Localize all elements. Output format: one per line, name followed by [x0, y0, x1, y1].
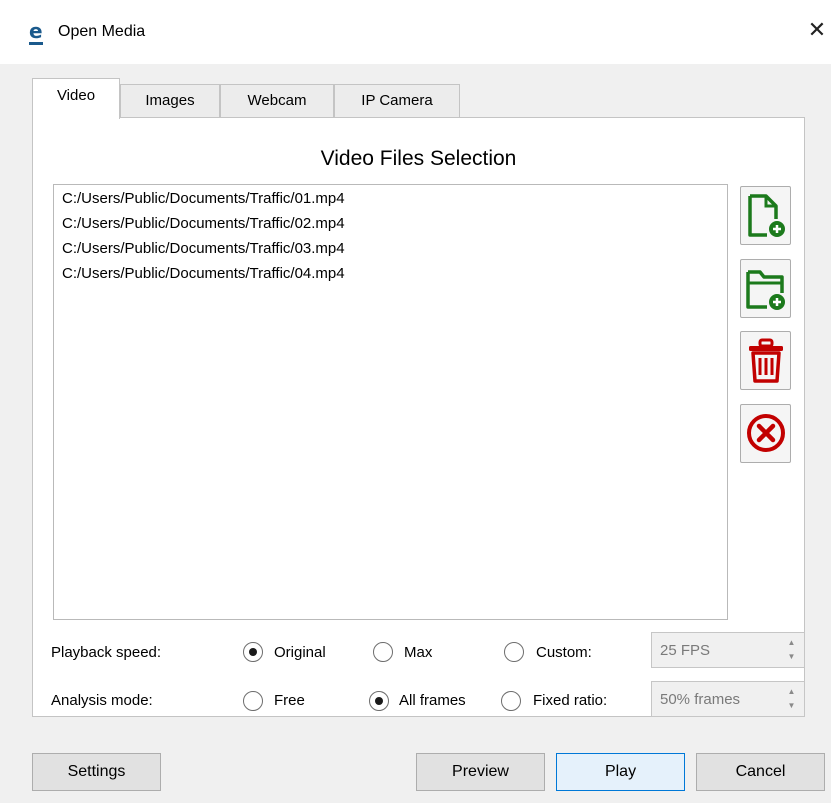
- fps-spinbox[interactable]: 25 FPS ▲ ▼: [651, 632, 805, 668]
- play-button[interactable]: Play: [556, 753, 685, 791]
- video-tab-panel: Video Files Selection C:/Users/Public/Do…: [32, 117, 805, 717]
- analysis-free-label[interactable]: Free: [274, 691, 305, 711]
- playback-max-label[interactable]: Max: [404, 643, 432, 663]
- analysis-fixed-ratio-radio[interactable]: [501, 691, 521, 711]
- remove-all-icon: [747, 414, 785, 452]
- playback-custom-radio[interactable]: [504, 642, 524, 662]
- ratio-stepper[interactable]: ▲ ▼: [782, 685, 801, 713]
- preview-button[interactable]: Preview: [416, 753, 545, 791]
- tab-images[interactable]: Images: [120, 84, 220, 118]
- tab-webcam[interactable]: Webcam: [220, 84, 334, 118]
- playback-max-radio[interactable]: [373, 642, 393, 662]
- delete-button[interactable]: [740, 331, 791, 390]
- tab-video[interactable]: Video: [32, 78, 120, 119]
- ratio-spinbox[interactable]: 50% frames ▲ ▼: [651, 681, 805, 717]
- chevron-up-icon[interactable]: ▲: [782, 636, 801, 650]
- playback-original-label[interactable]: Original: [274, 643, 326, 663]
- add-file-button[interactable]: [740, 186, 791, 245]
- analysis-mode-label: Analysis mode:: [51, 692, 153, 709]
- analysis-all-frames-radio[interactable]: [369, 691, 389, 711]
- list-item[interactable]: C:/Users/Public/Documents/Traffic/03.mp4: [62, 239, 345, 259]
- list-item[interactable]: C:/Users/Public/Documents/Traffic/02.mp4: [62, 214, 345, 234]
- panel-title: Video Files Selection: [320, 147, 517, 170]
- add-file-icon: [748, 194, 785, 237]
- add-folder-icon: [746, 270, 785, 310]
- fps-value: 25 FPS: [660, 642, 711, 659]
- chevron-down-icon[interactable]: ▼: [782, 699, 801, 713]
- clear-all-button[interactable]: [740, 404, 791, 463]
- analysis-all-frames-label[interactable]: All frames: [399, 691, 466, 711]
- title-bar: e Open Media ✕: [0, 0, 831, 64]
- ratio-value: 50% frames: [660, 691, 741, 708]
- list-item[interactable]: C:/Users/Public/Documents/Traffic/01.mp4: [62, 189, 345, 209]
- tab-ip-camera[interactable]: IP Camera: [334, 84, 460, 118]
- analysis-fixed-ratio-label[interactable]: Fixed ratio:: [533, 691, 607, 711]
- analysis-free-radio[interactable]: [243, 691, 263, 711]
- trash-icon: [749, 338, 783, 383]
- playback-original-radio[interactable]: [243, 642, 263, 662]
- chevron-up-icon[interactable]: ▲: [782, 685, 801, 699]
- list-item[interactable]: C:/Users/Public/Documents/Traffic/04.mp4: [62, 264, 345, 284]
- settings-button[interactable]: Settings: [32, 753, 161, 791]
- add-folder-button[interactable]: [740, 259, 791, 318]
- fps-stepper[interactable]: ▲ ▼: [782, 636, 801, 664]
- app-logo-icon: e: [29, 21, 45, 45]
- close-icon[interactable]: ✕: [803, 10, 831, 50]
- video-file-list[interactable]: C:/Users/Public/Documents/Traffic/01.mp4…: [53, 184, 728, 620]
- window-title: Open Media: [58, 23, 146, 40]
- playback-speed-label: Playback speed:: [51, 644, 162, 661]
- cancel-button[interactable]: Cancel: [696, 753, 825, 791]
- chevron-down-icon[interactable]: ▼: [782, 650, 801, 664]
- playback-custom-label[interactable]: Custom:: [536, 643, 592, 663]
